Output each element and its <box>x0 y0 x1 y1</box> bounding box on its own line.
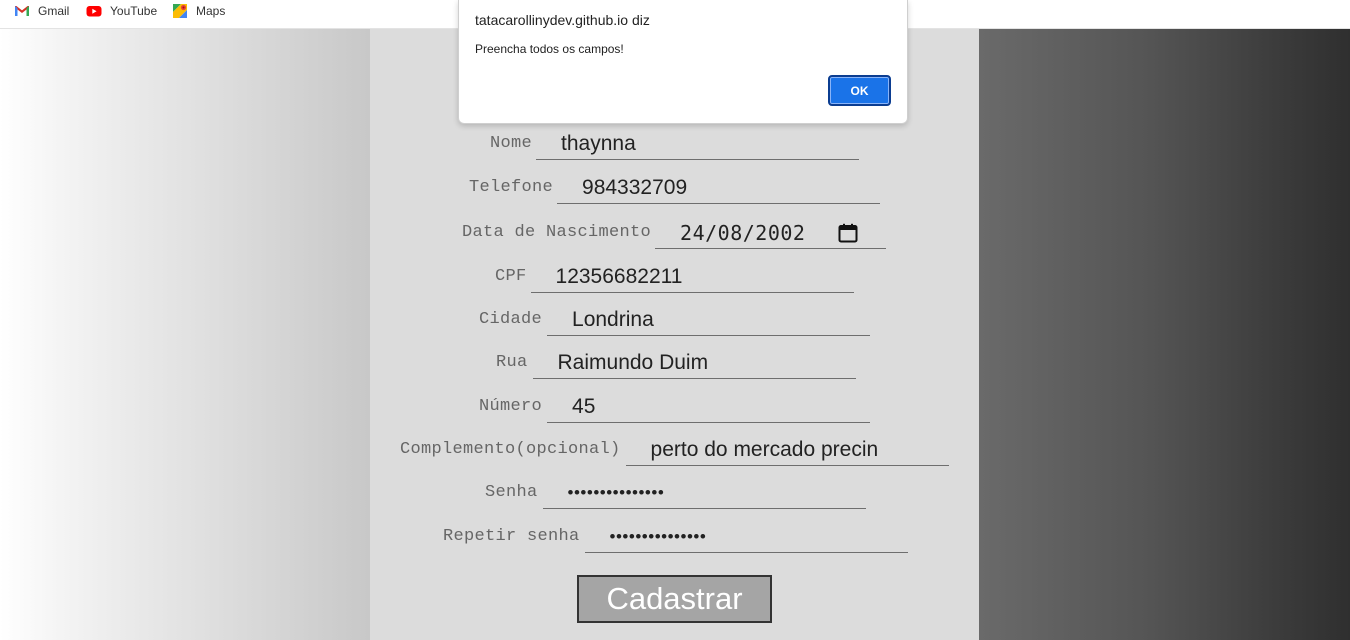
form-row-numero: Número 45 <box>479 392 871 423</box>
form-row-cpf: CPF 12356682211 <box>495 262 854 293</box>
form-row-data-nascimento: Data de Nascimento 24/08/2002 <box>462 218 887 249</box>
field-label: Número <box>479 397 543 416</box>
complemento-input[interactable]: perto do mercado precin <box>625 435 949 466</box>
ok-button[interactable]: OK <box>828 75 891 106</box>
alert-dialog: tatacarollinydev.github.io diz Preencha … <box>458 0 908 124</box>
field-label: Complemento(opcional) <box>400 440 621 459</box>
nome-input[interactable]: thaynna <box>536 129 860 160</box>
bookmark-maps[interactable]: Maps <box>172 2 225 20</box>
field-label: Repetir senha <box>443 527 580 546</box>
field-label: Data de Nascimento <box>462 223 652 242</box>
bookmark-gmail[interactable]: Gmail <box>14 2 69 20</box>
form-row-rua: Rua Raimundo Duim <box>496 348 856 379</box>
form-row-complemento: Complemento(opcional) perto do mercado p… <box>400 435 949 466</box>
calendar-icon[interactable] <box>838 223 858 243</box>
form-row-cidade: Cidade Londrina <box>479 305 871 336</box>
form-row-repetir-senha: Repetir senha ••••••••••••••• <box>443 522 908 553</box>
field-label: Rua <box>496 353 528 372</box>
bookmark-label: Maps <box>196 4 226 18</box>
cpf-input[interactable]: 12356682211 <box>530 262 854 293</box>
bookmark-label: YouTube <box>110 4 158 18</box>
form-row-nome: Nome thaynna <box>490 129 860 160</box>
cadastrar-button[interactable]: Cadastrar <box>577 575 772 623</box>
bookmark-label: Gmail <box>38 4 70 18</box>
form-row-senha: Senha ••••••••••••••• <box>485 478 866 509</box>
data-nascimento-input[interactable]: 24/08/2002 <box>655 218 887 249</box>
bookmark-youtube[interactable]: YouTube <box>86 2 157 20</box>
gmail-icon <box>14 3 30 19</box>
cidade-input[interactable]: Londrina <box>547 305 871 336</box>
dialog-title: tatacarollinydev.github.io diz <box>475 12 650 28</box>
dialog-message: Preencha todos os campos! <box>475 42 624 56</box>
form-row-telefone: Telefone 984332709 <box>469 173 881 204</box>
numero-input[interactable]: 45 <box>547 392 871 423</box>
field-label: Telefone <box>469 178 554 197</box>
telefone-input[interactable]: 984332709 <box>557 173 881 204</box>
senha-input[interactable]: ••••••••••••••• <box>542 478 866 509</box>
field-label: CPF <box>495 267 527 286</box>
right-gradient-panel <box>979 29 1350 640</box>
rua-input[interactable]: Raimundo Duim <box>532 348 856 379</box>
maps-icon <box>172 3 188 19</box>
youtube-icon <box>86 3 102 19</box>
date-value: 24/08/2002 <box>680 221 806 245</box>
field-label: Senha <box>485 483 538 502</box>
repetir-senha-input[interactable]: ••••••••••••••• <box>584 522 908 553</box>
field-label: Nome <box>490 134 533 153</box>
field-label: Cidade <box>479 310 543 329</box>
